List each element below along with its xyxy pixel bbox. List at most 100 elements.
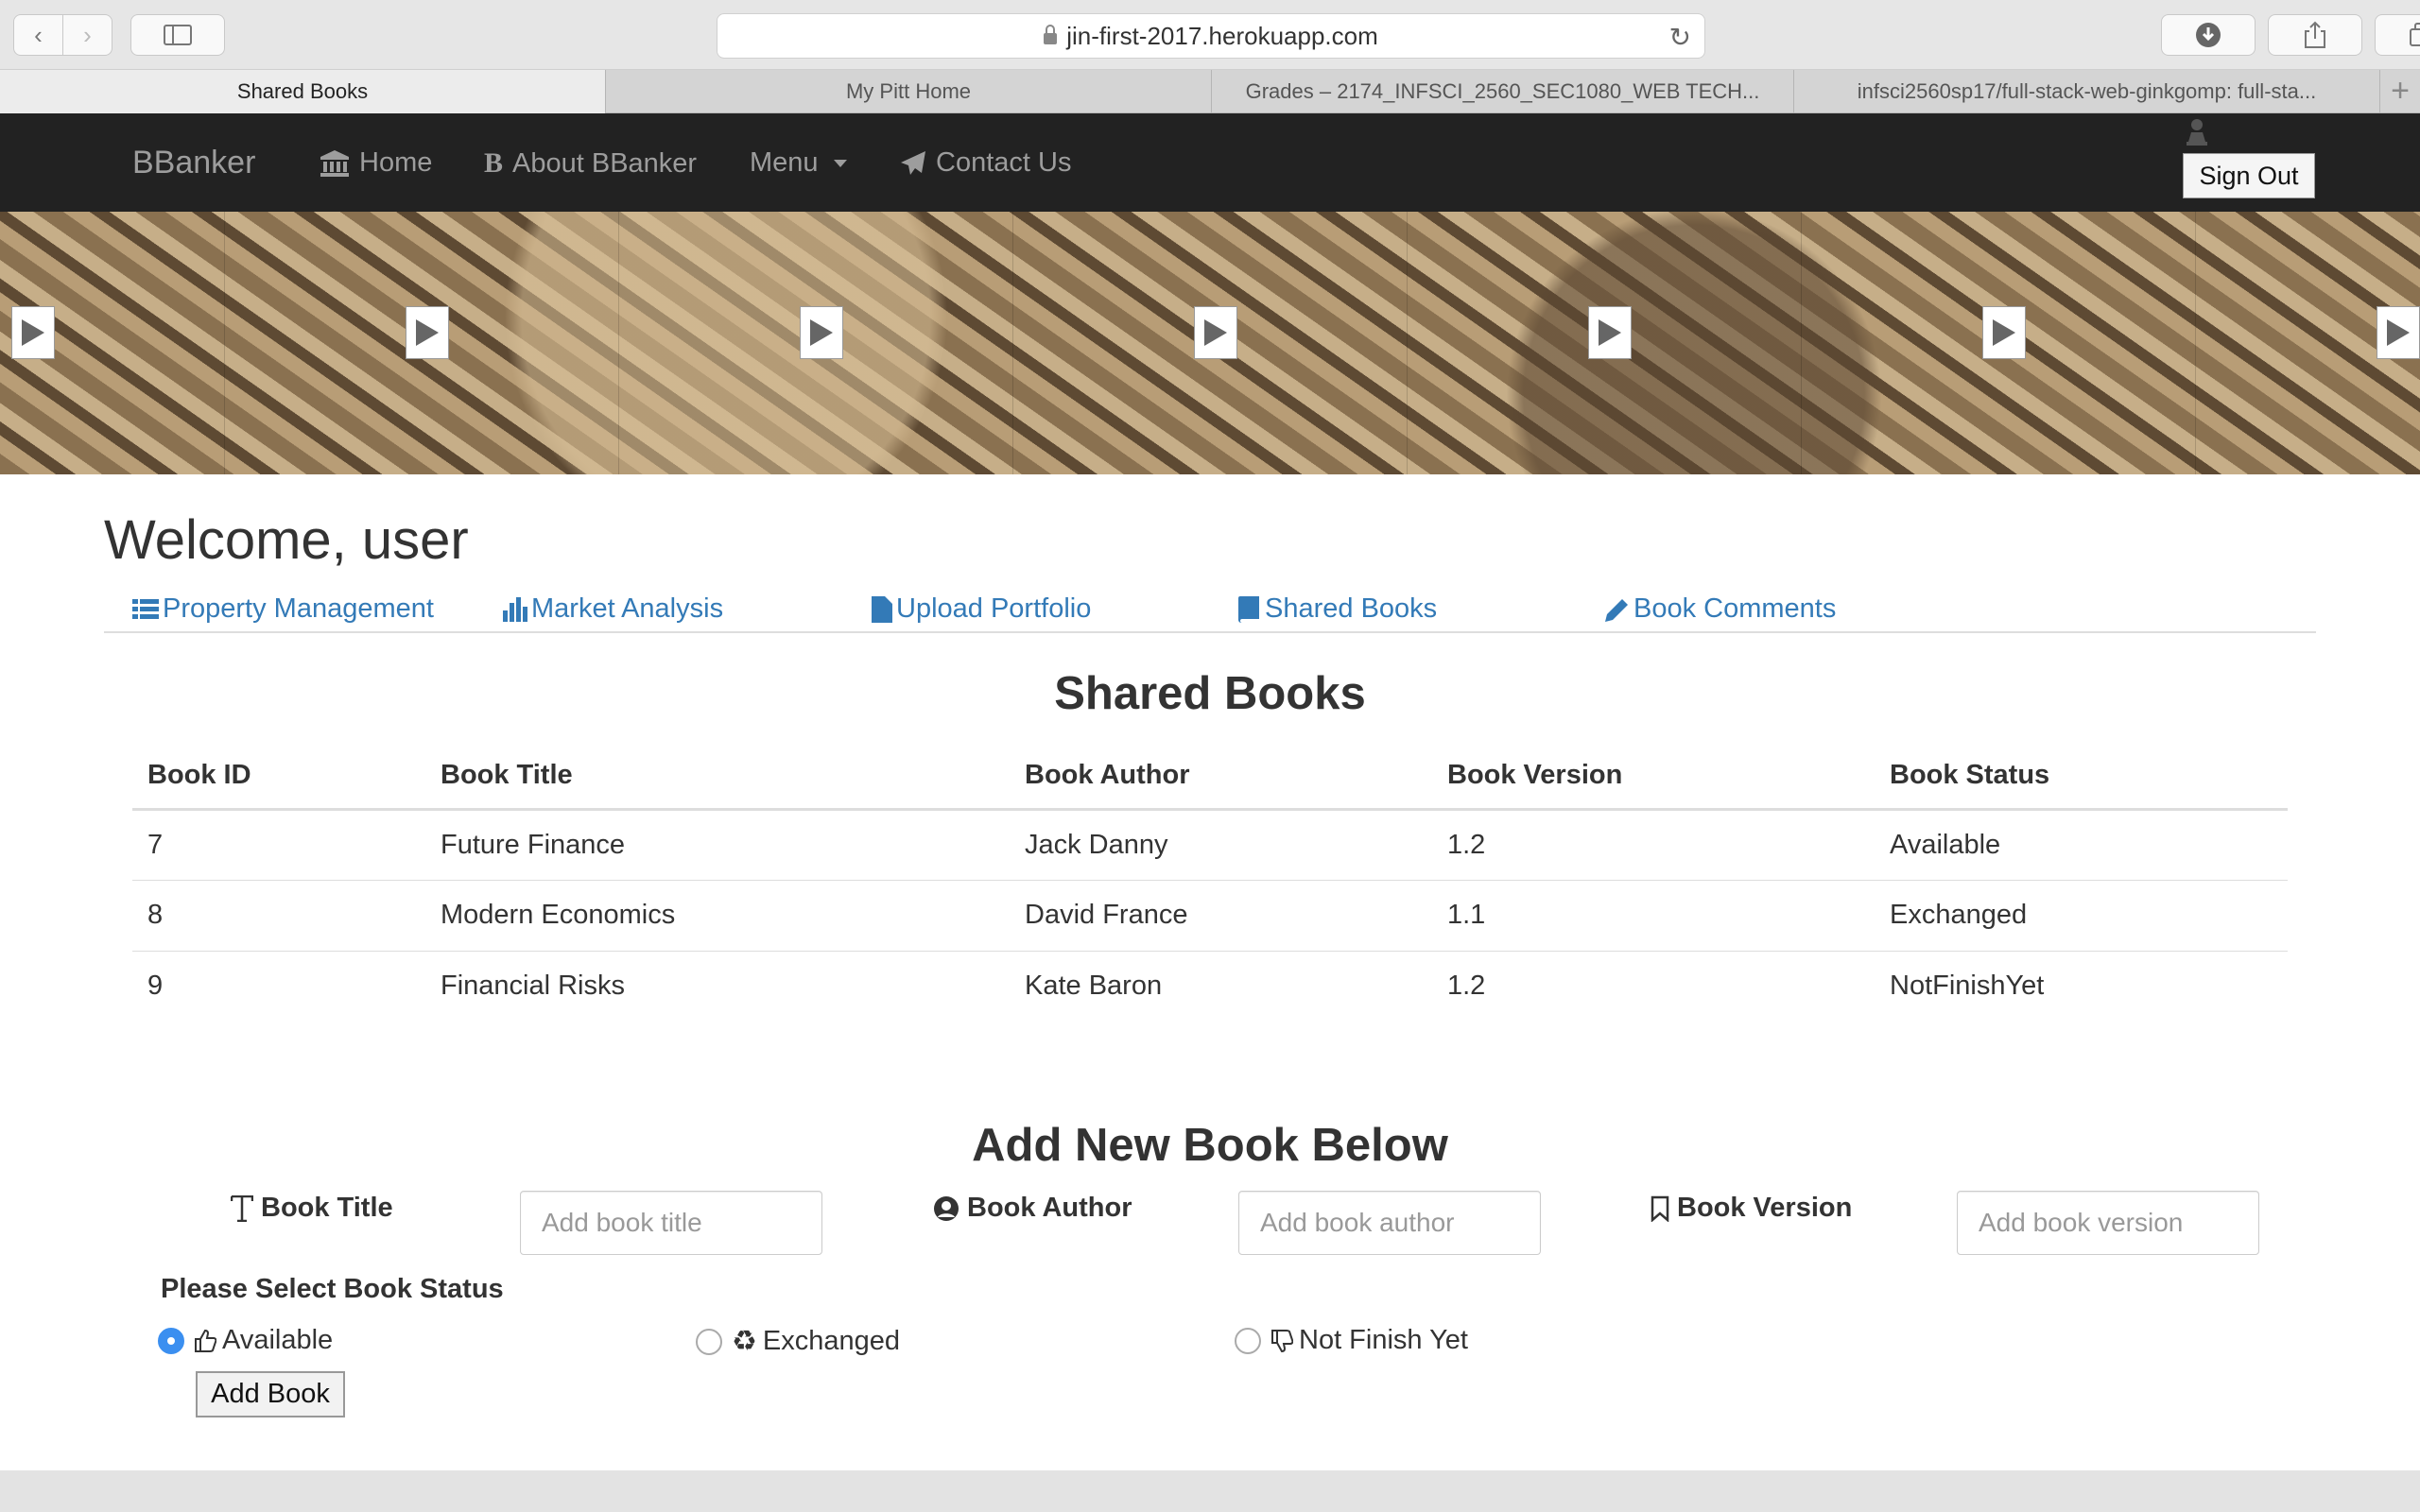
book-author-label: Book Author <box>933 1193 1132 1224</box>
tabs-overview-icon <box>2410 23 2420 46</box>
brand-link[interactable]: BBanker <box>132 145 255 181</box>
forward-button[interactable]: › <box>62 14 112 56</box>
site-navbar: BBanker Home B About BBanker Menu Contac… <box>0 113 2420 212</box>
tab-strip: Shared Books My Pitt Home Grades – 2174_… <box>0 70 2420 113</box>
share-button[interactable] <box>2268 14 2362 56</box>
nav-contact[interactable]: Contact Us <box>900 147 1071 179</box>
cell-book-version: 1.1 <box>1432 879 1875 951</box>
welcome-heading: Welcome, user <box>104 509 469 571</box>
bar-chart-icon <box>503 596 527 622</box>
label-text: Book Title <box>261 1193 393 1223</box>
label-text: Book Author <box>967 1193 1132 1223</box>
link-shared-books[interactable]: Shared Books <box>1238 593 1437 625</box>
nav-menu-label: Menu <box>750 147 819 178</box>
play-icon <box>1588 306 1632 359</box>
cell-book-author: Kate Baron <box>1010 950 1432 1022</box>
add-book-title: Add New Book Below <box>972 1120 1448 1171</box>
header-book-status: Book Status <box>1875 743 2288 811</box>
cell-book-version: 1.2 <box>1447 829 1486 860</box>
downloads-button[interactable] <box>2161 14 2256 56</box>
new-tab-button[interactable]: + <box>2380 70 2420 112</box>
cell-book-status: Exchanged <box>1875 879 2288 951</box>
page-footer <box>0 1470 2420 1512</box>
cell-book-title: Future Finance <box>441 829 626 860</box>
book-version-input[interactable] <box>1957 1191 2259 1255</box>
nav-about-label: About BBanker <box>512 147 698 179</box>
radio-not-finish-yet[interactable] <box>1235 1327 1261 1354</box>
address-bar[interactable]: jin-first-2017.herokuapp.com ↻ <box>717 13 1705 59</box>
option-label: Exchanged <box>762 1326 901 1356</box>
nav-about[interactable]: B About BBanker <box>484 147 697 180</box>
nav-home[interactable]: Home <box>320 147 432 179</box>
header-book-version: Book Version <box>1432 743 1875 811</box>
tab-github[interactable]: infsci2560sp17/full-stack-web-ginkgomp: … <box>1794 70 2380 113</box>
table-row: 9 Financial Risks Kate Baron 1.2 NotFini… <box>132 950 2288 1022</box>
tab-label: Grades – 2174_INFSCI_2560_SEC1080_WEB TE… <box>1245 79 1760 103</box>
header-book-title: Book Title <box>425 743 1010 811</box>
link-upload-portfolio[interactable]: Upload Portfolio <box>872 593 1091 625</box>
tab-my-pitt-home[interactable]: My Pitt Home <box>606 70 1212 113</box>
link-label: Shared Books <box>1265 593 1438 624</box>
chevron-left-icon: ‹ <box>34 20 43 49</box>
header-book-id: Book ID <box>132 743 425 811</box>
tab-label: Shared Books <box>236 79 369 103</box>
paper-plane-icon <box>901 150 925 175</box>
pencil-icon <box>1605 598 1628 622</box>
nav-contact-label: Contact Us <box>936 147 1072 178</box>
table-row: 7 Future Finance Jack Danny 1.2 Availabl… <box>132 809 2288 880</box>
back-button[interactable]: ‹ <box>13 14 63 56</box>
tab-shared-books[interactable]: Shared Books <box>0 70 606 113</box>
header-book-author: Book Author <box>1010 743 1432 811</box>
link-label: Book Comments <box>1634 593 1837 624</box>
recycle-icon: ♻ <box>732 1326 757 1357</box>
reload-icon[interactable]: ↻ <box>1669 22 1691 53</box>
chevron-right-icon: › <box>83 20 92 49</box>
tab-grades[interactable]: Grades – 2174_INFSCI_2560_SEC1080_WEB TE… <box>1212 70 1794 113</box>
cell-book-status: NotFinishYet <box>1875 950 2288 1022</box>
sidebar-toggle-button[interactable] <box>130 14 225 56</box>
link-label: Market Analysis <box>531 593 724 624</box>
table-header-row: Book ID Book Title Book Author Book Vers… <box>132 743 2288 811</box>
nav-home-label: Home <box>359 147 433 178</box>
banner-tile <box>2196 212 2420 474</box>
cell-book-version: 1.2 <box>1432 950 1875 1022</box>
book-author-input[interactable] <box>1238 1191 1541 1255</box>
caret-down-icon <box>833 159 847 167</box>
play-icon <box>1194 306 1237 359</box>
user-circle-icon <box>934 1195 959 1221</box>
file-icon <box>872 595 892 623</box>
status-option-not-finish-yet[interactable]: Not Finish Yet <box>1235 1325 1468 1356</box>
book-version-label: Book Version <box>1651 1193 1852 1224</box>
cell-book-status: Available <box>1890 829 2001 860</box>
status-option-available[interactable]: Available <box>158 1325 333 1356</box>
table-row: 8 Modern Economics David France 1.1 Exch… <box>132 879 2288 951</box>
book-title-label: Book Title <box>231 1193 393 1224</box>
sign-out-button[interactable]: Sign Out <box>2183 153 2315 198</box>
banner-tile <box>0 212 225 474</box>
cell-book-author: Jack Danny <box>1025 829 1168 860</box>
text-cursor-icon <box>231 1194 253 1222</box>
link-book-comments[interactable]: Book Comments <box>1605 593 1836 625</box>
share-icon <box>2305 21 2325 48</box>
add-book-button[interactable]: Add Book <box>196 1371 345 1418</box>
plus-icon: + <box>2391 73 2410 109</box>
book-title-input[interactable] <box>520 1191 822 1255</box>
banner-tile <box>1013 212 1408 474</box>
radio-available[interactable] <box>158 1327 184 1354</box>
radio-exchanged[interactable] <box>696 1328 722 1355</box>
play-icon <box>11 306 55 359</box>
book-status-label: Please Select Book Status <box>161 1274 504 1304</box>
show-tabs-button[interactable] <box>2375 14 2420 56</box>
browser-toolbar: ‹ › jin-first-2017.herokuapp.com ↻ <box>0 0 2420 70</box>
status-option-exchanged[interactable]: ♻ Exchanged <box>696 1325 900 1358</box>
link-market-analysis[interactable]: Market Analysis <box>503 593 723 625</box>
link-property-management[interactable]: Property Management <box>132 593 434 625</box>
hero-banner-image <box>0 212 2420 474</box>
option-label: Available <box>222 1325 334 1355</box>
cell-book-title: Financial Risks <box>425 950 1010 1022</box>
banner-tile <box>1408 212 1802 474</box>
cell-book-title: Modern Economics <box>425 879 1010 951</box>
cell-book-id: 7 <box>147 829 164 860</box>
shared-books-table: Book ID Book Title Book Author Book Vers… <box>132 743 2288 1022</box>
nav-menu-dropdown[interactable]: Menu <box>750 147 847 179</box>
